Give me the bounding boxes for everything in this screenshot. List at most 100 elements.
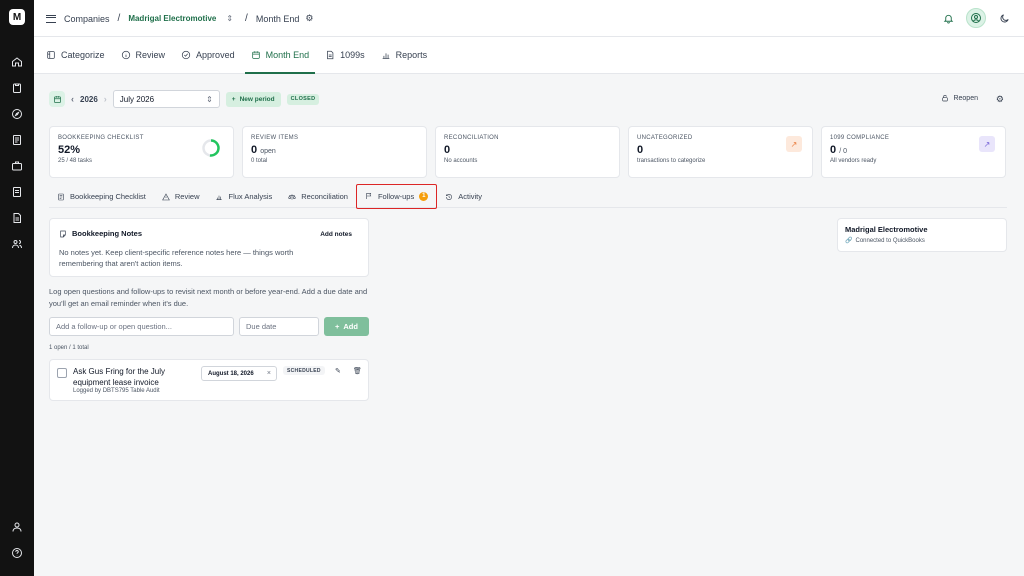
card-value: 0 — [444, 144, 451, 156]
gear-icon[interactable]: ⚙ — [996, 94, 1004, 105]
note-icon — [60, 230, 66, 237]
tab-categorize[interactable]: Categorize — [40, 37, 111, 73]
breadcrumb-page: Month End — [255, 13, 300, 24]
calendar-button[interactable] — [49, 91, 65, 107]
tab-label: Bookkeeping Checklist — [70, 192, 146, 201]
summary-cards: BOOKKEEPING CHECKLIST 52% 25 / 48 tasks … — [49, 126, 1006, 178]
scale-icon — [288, 193, 296, 200]
user-icon[interactable] — [10, 520, 24, 534]
bell-icon[interactable] — [938, 8, 958, 28]
main-tabs: Categorize Review Approved Month End 109… — [34, 37, 1024, 74]
avatar[interactable] — [966, 8, 986, 28]
due-date-placeholder: Due date — [246, 322, 277, 331]
card-meta: 0 total — [251, 158, 268, 164]
trash-icon[interactable]: 🗑 — [353, 367, 362, 375]
users-icon[interactable] — [10, 237, 24, 251]
chevron-up-down-icon[interactable]: ⇕ — [226, 14, 233, 23]
bookkeeping-notes-card: Bookkeeping Notes Add notes No notes yet… — [49, 218, 369, 277]
chevron-left-icon[interactable]: ‹ — [71, 94, 74, 104]
card-meta: All vendors ready — [830, 158, 877, 164]
year-label: 2026 — [80, 94, 98, 104]
external-link-icon[interactable]: ↗ — [786, 136, 802, 152]
ledger-icon[interactable] — [10, 133, 24, 147]
tab-label: Categorize — [61, 50, 105, 60]
chevron-up-down-icon: ⇕ — [206, 94, 213, 104]
home-icon[interactable] — [10, 55, 24, 69]
briefcase-icon[interactable] — [10, 159, 24, 173]
connection-label: Connected to QuickBooks — [855, 237, 925, 244]
tab-follow-ups[interactable]: Follow-ups 1 — [355, 183, 438, 209]
notes-empty-text: No notes yet. Keep client-specific refer… — [59, 248, 294, 268]
status-badge: CLOSED — [286, 93, 320, 105]
card-label: UNCATEGORIZED — [637, 135, 693, 141]
tab-reconciliation[interactable]: Reconciliation — [280, 186, 356, 208]
categorize-icon — [47, 51, 55, 59]
compliance-card[interactable]: 1099 COMPLIANCE 0 / 0 All vendors ready … — [821, 126, 1006, 178]
breadcrumb-company[interactable]: Madrigal Electromotive — [128, 14, 216, 23]
top-bar: Companies / Madrigal Electromotive ⇕ / M… — [34, 0, 1024, 37]
tab-activity[interactable]: Activity — [437, 186, 490, 208]
card-label: 1099 COMPLIANCE — [830, 135, 890, 141]
calendar-icon — [251, 51, 260, 59]
status-badge: SCHEDULED — [283, 366, 325, 375]
follow-up-input-placeholder: Add a follow-up or open question... — [56, 322, 172, 331]
card-label: REVIEW ITEMS — [251, 135, 299, 141]
moon-icon[interactable] — [994, 8, 1014, 28]
tab-label: Reconciliation — [301, 192, 348, 201]
add-notes-button[interactable]: Add notes — [320, 231, 352, 238]
card-meta: No accounts — [444, 158, 478, 164]
due-date-input[interactable]: Due date — [239, 317, 319, 336]
year-navigator: ‹ 2026 › — [71, 94, 107, 104]
document-icon[interactable] — [10, 185, 24, 199]
reconciliation-card[interactable]: RECONCILIATION 0 No accounts — [435, 126, 620, 178]
month-select-value: July 2026 — [119, 94, 155, 104]
compass-icon[interactable] — [10, 107, 24, 121]
file-icon[interactable] — [10, 211, 24, 225]
edit-icon[interactable]: ✎ — [335, 367, 341, 375]
checklist-card[interactable]: BOOKKEEPING CHECKLIST 52% 25 / 48 tasks — [49, 126, 234, 178]
new-period-button[interactable]: + New period — [225, 91, 281, 107]
sidebar: M — [0, 0, 34, 576]
help-icon[interactable] — [10, 546, 24, 560]
add-label: Add — [343, 322, 358, 331]
gear-icon[interactable]: ⚙ — [305, 13, 313, 24]
tab-1099s[interactable]: 1099s — [319, 37, 371, 73]
month-select[interactable]: July 2026 ⇕ — [112, 90, 220, 108]
due-date-pill[interactable]: August 18, 2026 × — [201, 366, 277, 381]
tab-month-end[interactable]: Month End — [244, 37, 316, 74]
review-items-card[interactable]: REVIEW ITEMS 0 open 0 total — [242, 126, 427, 178]
tab-approved[interactable]: Approved — [175, 37, 241, 73]
tab-reports[interactable]: Reports — [375, 37, 434, 73]
card-value: 0 / 0 — [830, 144, 847, 156]
uncategorized-card[interactable]: UNCATEGORIZED 0 transactions to categori… — [628, 126, 813, 178]
reopen-button[interactable]: Reopen — [941, 94, 978, 102]
plus-icon: + — [231, 95, 236, 103]
month-end-tabs: Bookkeeping Checklist Review Flux Analys… — [49, 183, 1007, 209]
tab-label: Review — [135, 50, 166, 60]
breadcrumb-companies[interactable]: Companies — [64, 14, 110, 24]
clipboard-icon[interactable] — [10, 81, 24, 95]
progress-ring — [202, 139, 220, 157]
close-icon[interactable]: × — [267, 370, 271, 377]
breadcrumb: Companies / Madrigal Electromotive ⇕ / M… — [46, 0, 313, 37]
card-value: 0 — [637, 144, 644, 156]
check-circle-icon — [181, 50, 191, 60]
tab-bookkeeping-checklist[interactable]: Bookkeeping Checklist — [49, 186, 154, 208]
tab-review[interactable]: Review — [154, 186, 208, 208]
chevron-right-icon[interactable]: › — [104, 94, 107, 104]
new-period-label: New period — [239, 95, 275, 103]
follow-up-input[interactable]: Add a follow-up or open question... — [49, 317, 234, 336]
external-link-icon[interactable]: ↗ — [979, 136, 995, 152]
tab-flux-analysis[interactable]: Flux Analysis — [207, 186, 280, 208]
follow-up-checkbox[interactable] — [57, 368, 67, 378]
card-meta: transactions to categorize — [637, 158, 706, 164]
app-logo[interactable]: M — [9, 9, 25, 25]
menu-icon[interactable] — [46, 14, 56, 23]
period-toolbar: ‹ 2026 › July 2026 ⇕ + New period CLOSED — [49, 90, 320, 108]
lock-icon — [942, 95, 949, 102]
add-follow-up-button[interactable]: + Add — [324, 317, 369, 336]
notes-title: Bookkeeping Notes — [72, 229, 143, 238]
tab-review[interactable]: Review — [115, 37, 172, 73]
card-label: RECONCILIATION — [444, 135, 499, 141]
calendar-icon — [53, 95, 61, 103]
